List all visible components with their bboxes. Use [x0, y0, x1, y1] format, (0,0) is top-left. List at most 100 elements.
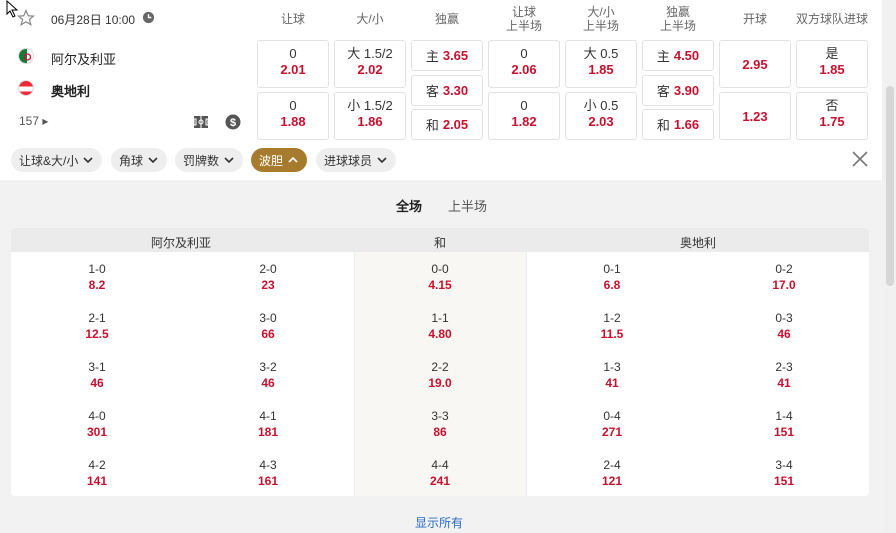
score-option[interactable]: 0-3 46: [744, 310, 824, 342]
favorite-star-icon[interactable]: [17, 9, 35, 27]
score-label: 3-3: [431, 409, 449, 423]
header-handicap-1h: 让球 上半场: [505, 5, 542, 33]
match-datetime: 06月28日 10:00: [51, 13, 136, 27]
score-option[interactable]: 2-3 41: [744, 359, 824, 391]
chip-handicap-ou[interactable]: 让球&大/小: [11, 148, 103, 172]
header-handicap: 让球: [280, 12, 305, 26]
svg-text:$: $: [230, 117, 236, 129]
score-label: 1-2: [603, 311, 621, 325]
odds-handicap-1h-away[interactable]: 0 1.82: [488, 92, 560, 140]
algeria-flag-icon: [18, 48, 34, 64]
score-odds: 4.80: [428, 327, 452, 341]
score-option[interactable]: 1-1 4.80: [400, 310, 480, 342]
score-odds: 19.0: [428, 376, 452, 390]
chevron-down-icon: [224, 157, 234, 164]
score-odds: 8.2: [88, 278, 106, 292]
score-odds: 66: [261, 327, 275, 341]
odds-handicap-home[interactable]: 0 2.01: [257, 40, 329, 88]
odds-1x2-1h-home[interactable]: 主 4.50: [642, 40, 714, 71]
score-option[interactable]: 2-0 23: [228, 261, 308, 293]
odds-1x2-home[interactable]: 主 3.65: [411, 40, 483, 71]
chevron-down-icon: [148, 157, 158, 164]
score-odds: 46: [777, 327, 791, 341]
score-odds: 46: [261, 376, 275, 390]
score-odds: 301: [86, 425, 108, 439]
score-label: 1-1: [431, 311, 449, 325]
odds-1x2-1h-away[interactable]: 客 3.90: [642, 75, 714, 106]
correct-score-grid: 阿尔及利亚 和 奥地利 1-0 8.2 2-0 23 0-0 4.15 0-1 6.8 0-2 1…: [11, 228, 869, 496]
pitch-stats-icon[interactable]: [193, 114, 209, 130]
score-label: 0-0: [431, 262, 449, 276]
header-kickoff: 开球: [742, 12, 767, 26]
odds-btts-no[interactable]: 否 1.75: [796, 92, 868, 140]
odds-1x2-away[interactable]: 客 3.30: [411, 75, 483, 106]
score-option[interactable]: 1-4 151: [744, 408, 824, 440]
austria-flag-icon: [18, 80, 34, 96]
tab-first-half[interactable]: 上半场: [448, 196, 487, 215]
odds-under-1h[interactable]: 小 0.5 2.03: [565, 92, 637, 140]
score-option[interactable]: 2-1 12.5: [57, 310, 137, 342]
score-option[interactable]: 3-3 86: [400, 408, 480, 440]
chip-corners[interactable]: 角球: [111, 148, 168, 172]
score-option[interactable]: 0-1 6.8: [572, 261, 652, 293]
odds-1x2-1h-draw[interactable]: 和 1.66: [642, 109, 714, 140]
score-option[interactable]: 3-4 151: [744, 457, 824, 489]
header-over-under: 大/小: [356, 12, 384, 26]
score-option[interactable]: 4-3 161: [228, 457, 308, 489]
score-odds: 23: [261, 278, 275, 292]
score-option[interactable]: 3-0 66: [228, 310, 308, 342]
odds-over[interactable]: 大 1.5/2 2.02: [334, 40, 406, 88]
scrollbar-thumb[interactable]: [886, 86, 894, 286]
show-all-link[interactable]: 显示所有: [415, 514, 463, 531]
header-1x2-1h: 独赢 上半场: [659, 5, 696, 33]
score-option[interactable]: 0-4 271: [572, 408, 652, 440]
chevron-up-icon: [288, 156, 298, 163]
odds-over-1h[interactable]: 大 0.5 1.85: [565, 40, 637, 88]
score-label: 2-1: [88, 311, 106, 325]
score-option[interactable]: 3-2 46: [228, 359, 308, 391]
odds-1x2-draw[interactable]: 和 2.05: [411, 109, 483, 140]
score-option[interactable]: 4-1 181: [228, 408, 308, 440]
cash-out-icon[interactable]: $: [225, 114, 241, 130]
score-odds: 241: [429, 474, 451, 488]
chip-bookings[interactable]: 罚牌数: [175, 148, 244, 172]
header-over-under-1h: 大/小 上半场: [582, 5, 619, 33]
score-label: 4-4: [431, 458, 449, 472]
score-label: 3-0: [259, 311, 277, 325]
odds-handicap-1h-home[interactable]: 0 2.06: [488, 40, 560, 88]
score-option[interactable]: 0-0 4.15: [400, 261, 480, 293]
score-odds: 11.5: [600, 327, 624, 341]
score-option[interactable]: 0-2 17.0: [744, 261, 824, 293]
odds-btts-yes[interactable]: 是 1.85: [796, 40, 868, 88]
score-odds: 121: [601, 474, 623, 488]
chevron-down-icon: [83, 157, 93, 164]
score-odds: 141: [86, 474, 108, 488]
odds-under[interactable]: 小 1.5/2 1.86: [334, 92, 406, 140]
header-btts: 双方球队进球: [796, 12, 869, 26]
score-option[interactable]: 1-2 11.5: [572, 310, 652, 342]
score-option[interactable]: 4-0 301: [57, 408, 137, 440]
score-label: 2-0: [259, 262, 277, 276]
score-option[interactable]: 2-4 121: [572, 457, 652, 489]
score-option[interactable]: 1-3 41: [572, 359, 652, 391]
score-label: 1-4: [775, 409, 793, 423]
odds-handicap-away[interactable]: 0 1.88: [257, 92, 329, 140]
odds-kickoff-away[interactable]: 1.23: [719, 92, 791, 140]
more-markets-link[interactable]: 157 ▸: [19, 114, 48, 128]
score-label: 3-4: [775, 458, 793, 472]
score-option[interactable]: 4-4 241: [400, 457, 480, 489]
score-label: 2-3: [775, 360, 793, 374]
score-option[interactable]: 3-1 46: [57, 359, 137, 391]
score-label: 4-3: [259, 458, 277, 472]
tab-full-time[interactable]: 全场: [396, 196, 422, 215]
chip-goalscorers[interactable]: 进球球员: [316, 148, 397, 172]
chip-correct-score[interactable]: 波胆: [251, 148, 308, 172]
score-odds: 6.8: [603, 278, 621, 292]
score-label: 3-1: [88, 360, 106, 374]
score-option[interactable]: 2-2 19.0: [400, 359, 480, 391]
odds-kickoff-home[interactable]: 2.95: [719, 40, 791, 88]
score-option[interactable]: 4-2 141: [57, 457, 137, 489]
close-icon[interactable]: [851, 150, 869, 168]
score-option[interactable]: 1-0 8.2: [57, 261, 137, 293]
chevron-down-icon: [377, 157, 387, 164]
